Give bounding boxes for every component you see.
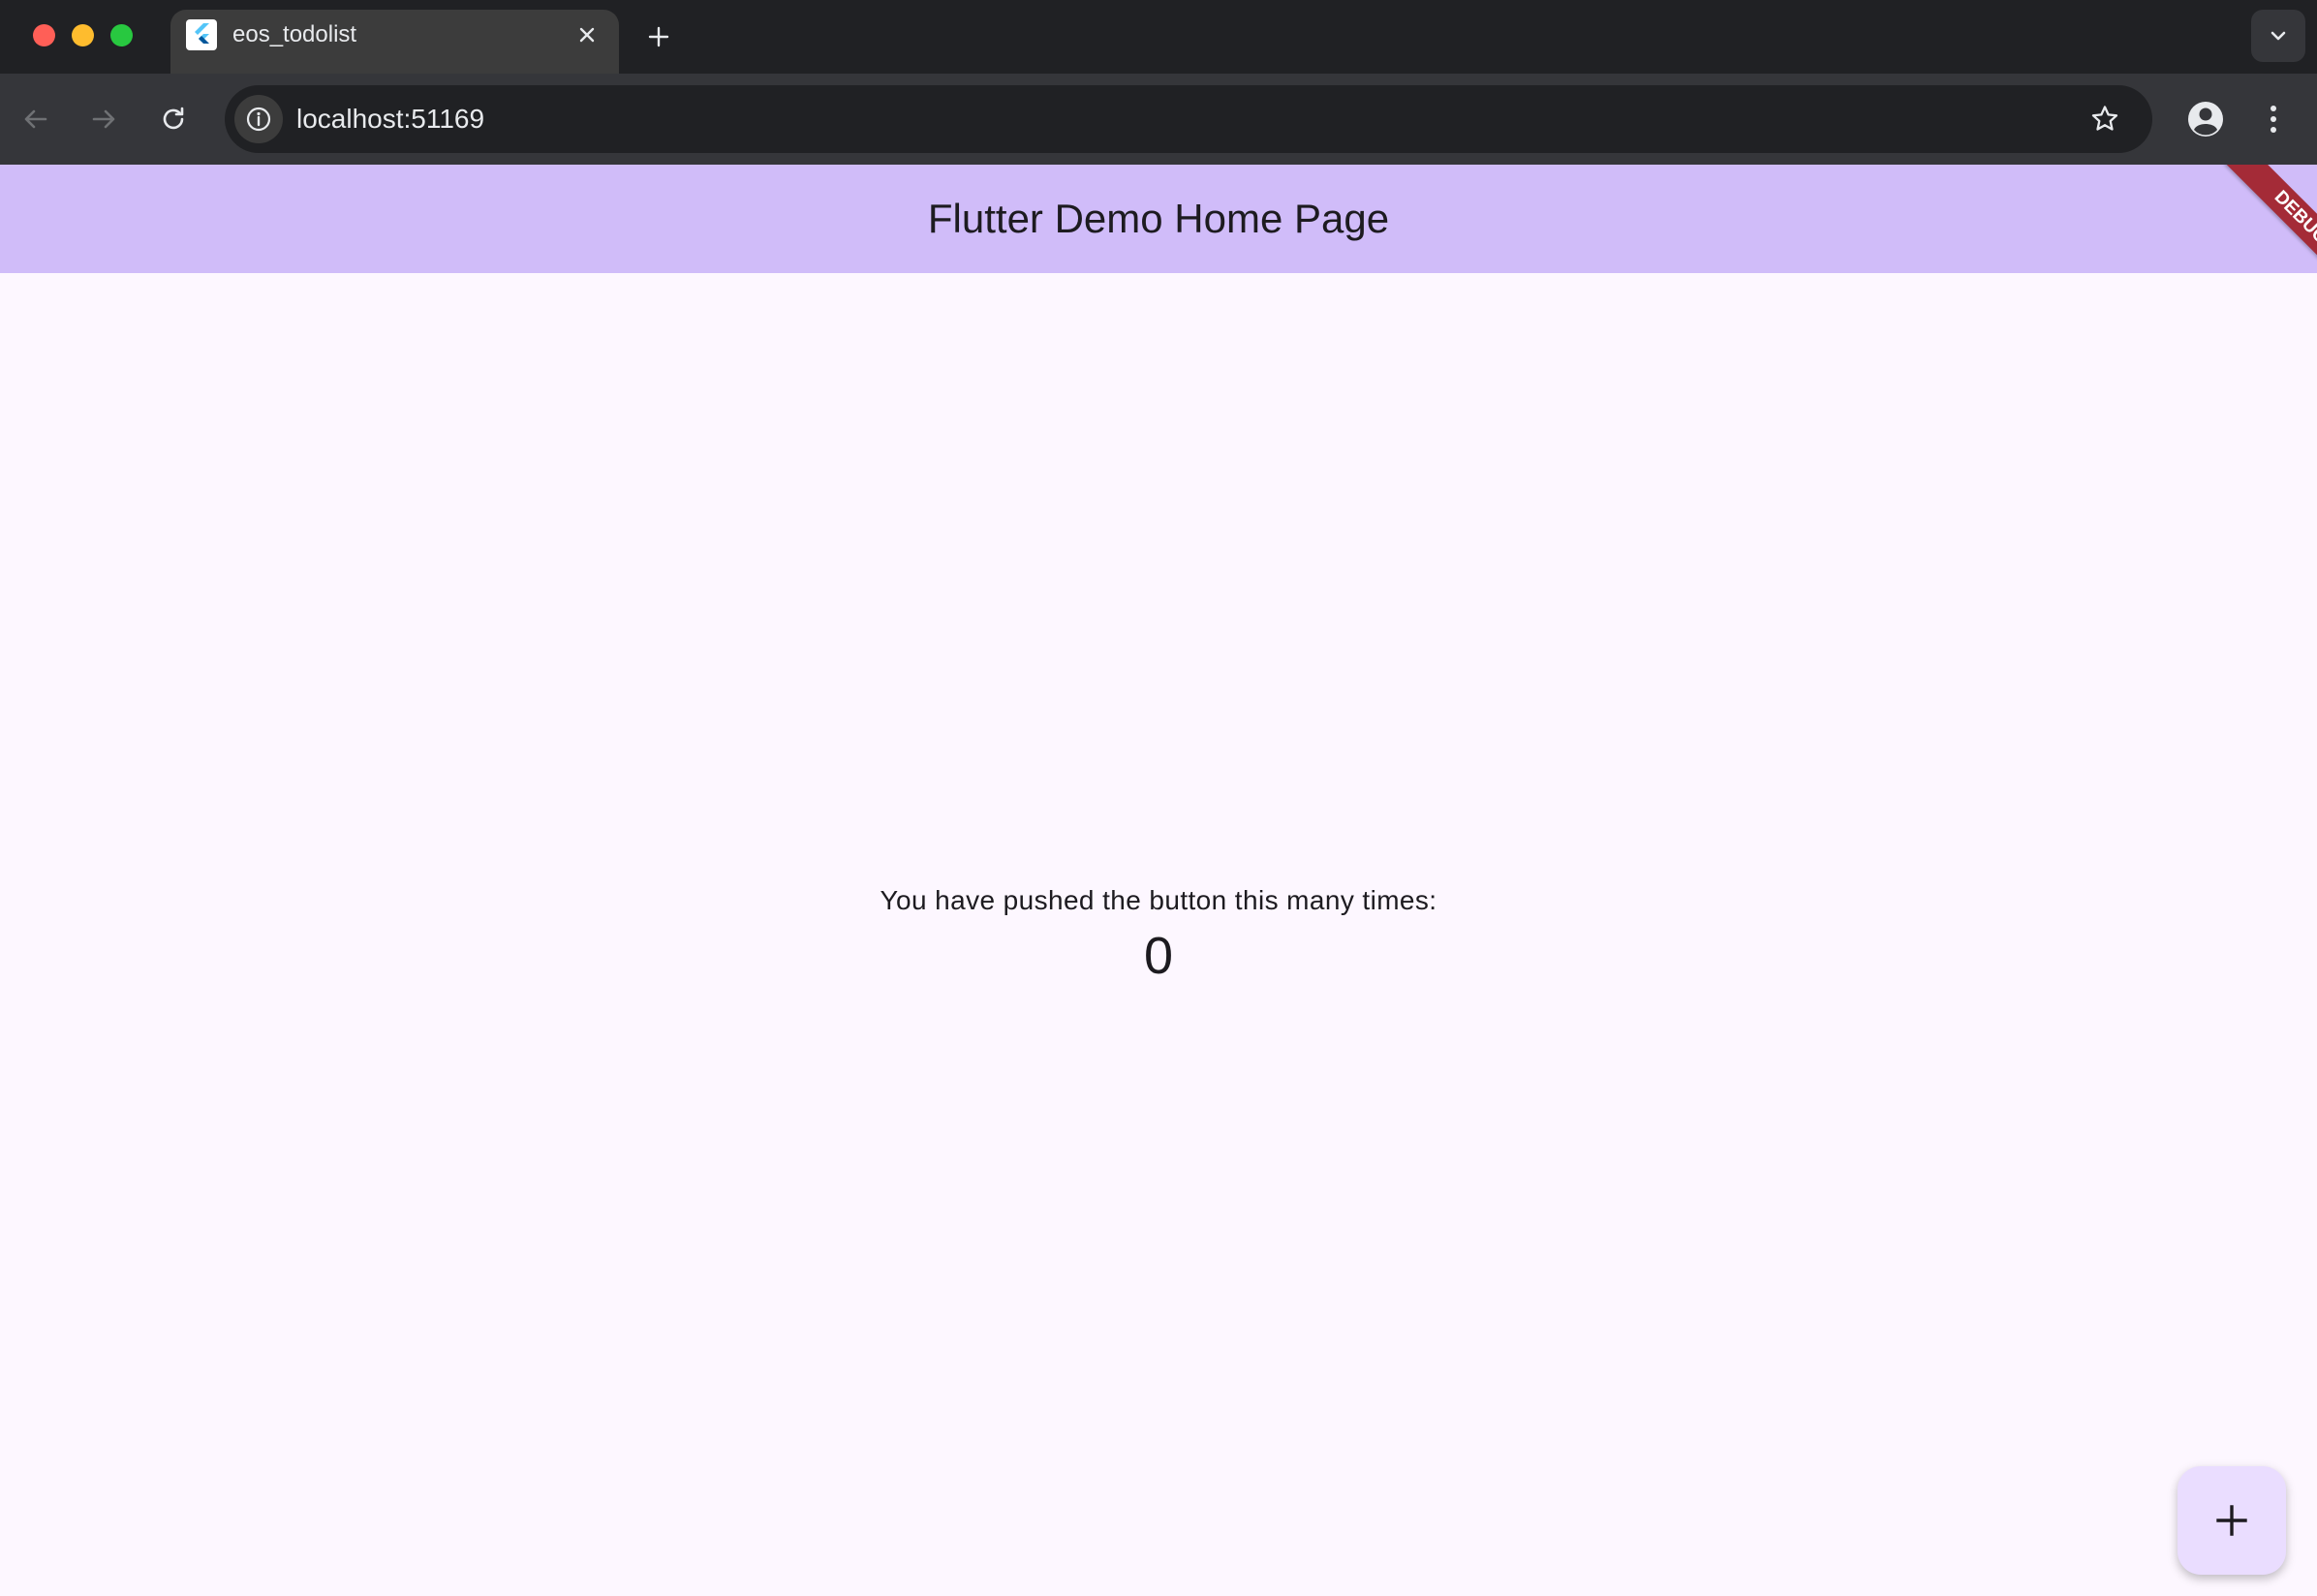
plus-icon xyxy=(648,26,669,47)
back-button[interactable] xyxy=(12,95,60,143)
tab-eos-todolist[interactable]: eos_todolist xyxy=(170,10,619,74)
bookmark-button[interactable] xyxy=(2085,99,2125,139)
url-text[interactable]: localhost:51169 xyxy=(296,85,484,153)
tab-search-button[interactable] xyxy=(2251,10,2305,62)
address-bar[interactable]: localhost:51169 xyxy=(225,85,2152,153)
info-icon xyxy=(246,107,271,132)
close-icon[interactable] xyxy=(573,21,601,48)
app-viewport: Flutter Demo Home Page DEBUG You have pu… xyxy=(0,165,2317,1596)
tab-title: eos_todolist xyxy=(232,21,357,47)
counter-label: You have pushed the button this many tim… xyxy=(880,885,1437,915)
forward-button[interactable] xyxy=(79,95,128,143)
browser-tab-strip: eos_todolist xyxy=(0,0,2317,74)
increment-button[interactable] xyxy=(2178,1466,2286,1575)
browser-menu-button[interactable] xyxy=(2249,95,2298,143)
site-info-button[interactable] xyxy=(234,95,283,143)
arrow-left-icon xyxy=(24,109,47,129)
arrow-right-icon xyxy=(92,109,115,129)
counter-section: You have pushed the button this many tim… xyxy=(0,881,2317,990)
counter-value: 0 xyxy=(1143,927,1174,985)
window-close-button[interactable] xyxy=(33,24,55,46)
profile-button[interactable] xyxy=(2181,95,2230,143)
reload-button[interactable] xyxy=(149,95,198,143)
browser-toolbar: localhost:51169 xyxy=(0,74,2317,165)
more-vertical-icon xyxy=(2271,106,2276,133)
profile-icon xyxy=(2188,102,2223,137)
chevron-down-icon xyxy=(2271,31,2286,41)
star-icon xyxy=(2091,106,2118,131)
app-bar: Flutter Demo Home Page xyxy=(0,165,2317,273)
flutter-logo-icon xyxy=(186,19,217,50)
plus-icon xyxy=(2216,1505,2247,1536)
reload-icon xyxy=(163,107,184,130)
window-minimize-button[interactable] xyxy=(72,24,94,46)
window-maximize-button[interactable] xyxy=(110,24,133,46)
page-title: Flutter Demo Home Page xyxy=(927,196,1390,241)
new-tab-button[interactable] xyxy=(639,17,678,56)
